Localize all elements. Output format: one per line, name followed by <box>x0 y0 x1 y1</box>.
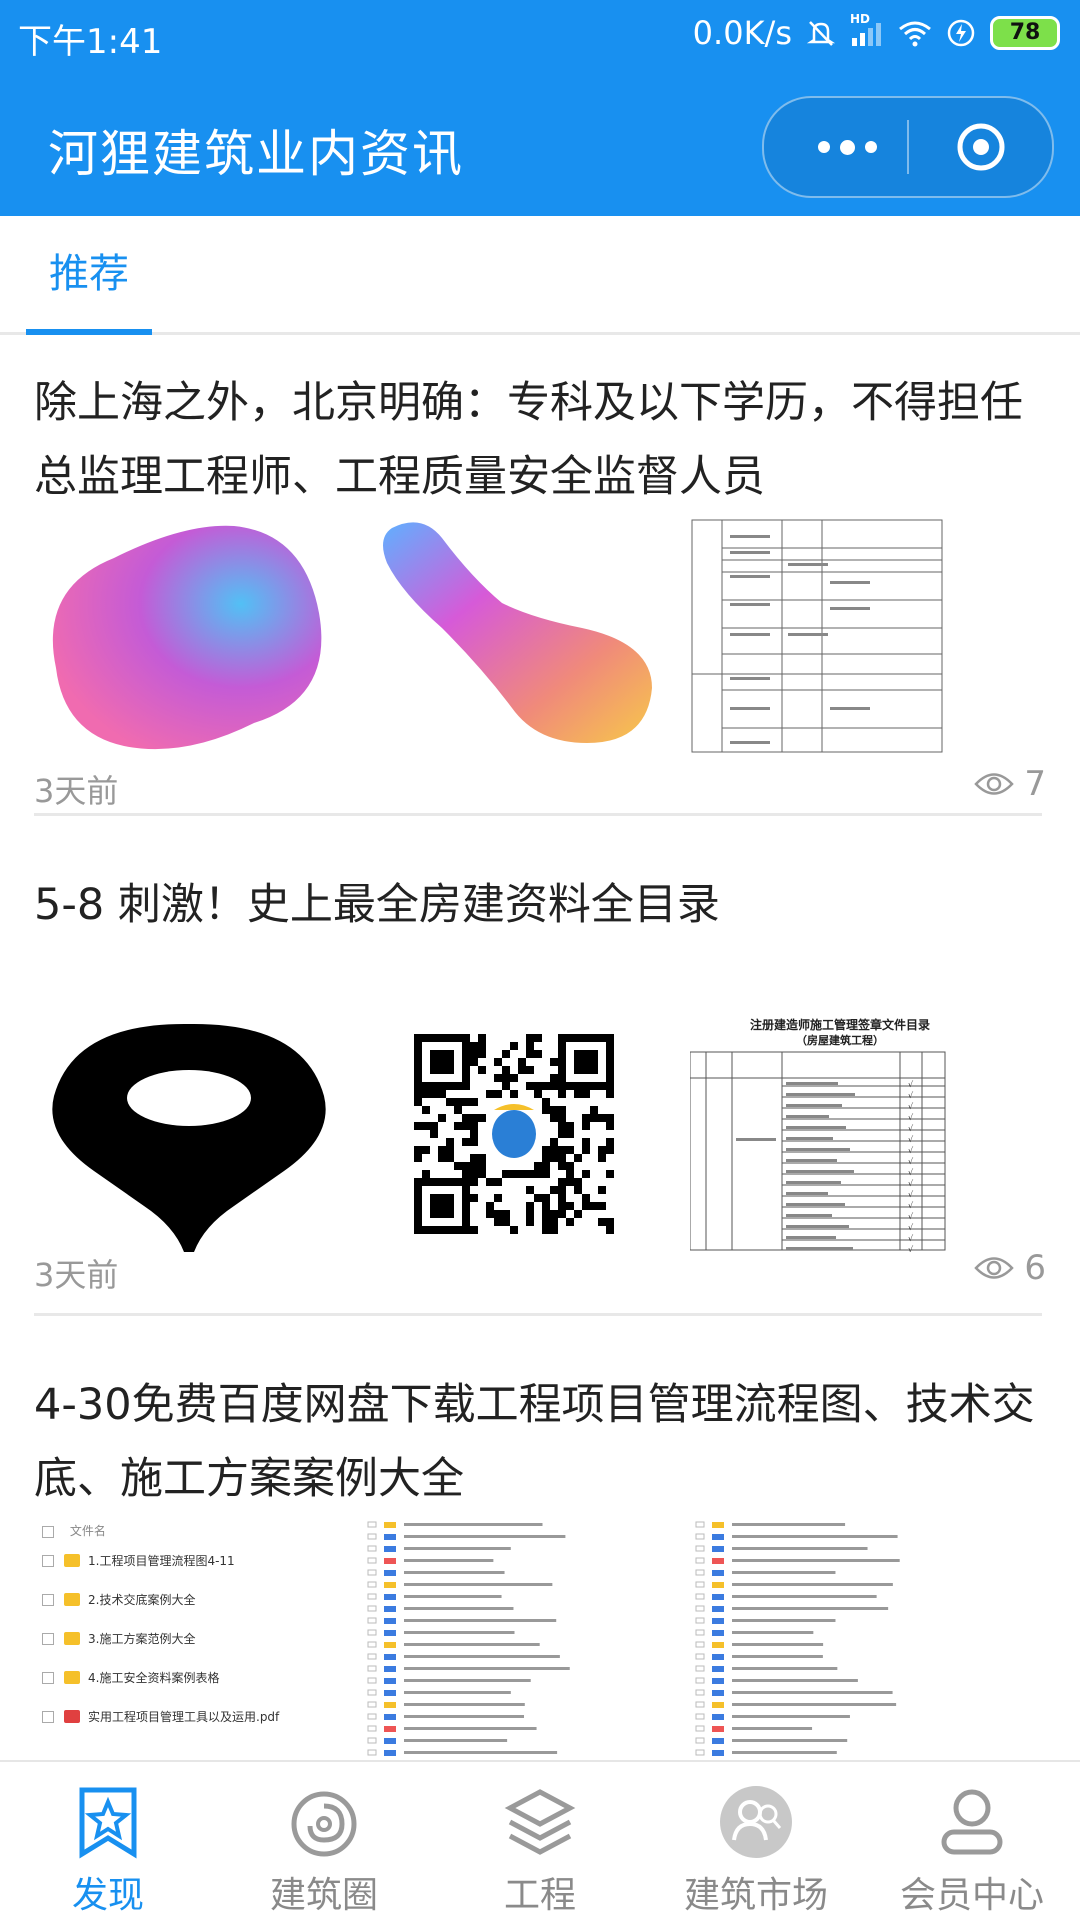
mute-bell-icon <box>806 21 836 46</box>
folder-icon <box>64 1671 80 1684</box>
file-name: 1.工程项目管理流程图4-11 <box>88 1554 235 1568</box>
thumbnail-qr-code <box>362 1016 680 1252</box>
svg-text:√: √ <box>908 1190 914 1199</box>
file-list-header: 文件名 <box>42 1522 106 1539</box>
people-search-icon <box>720 1786 792 1858</box>
checkbox-icon <box>42 1671 54 1684</box>
thumbnail-table-1 <box>690 518 1008 754</box>
article-views: 7 <box>974 764 1046 804</box>
svg-text:√: √ <box>908 1168 914 1177</box>
checkbox-icon <box>42 1632 54 1645</box>
nav-circle[interactable]: 建筑圈 <box>216 1762 432 1922</box>
nav-projects[interactable]: 工程 <box>432 1762 648 1922</box>
signal-icon: HD <box>850 12 884 48</box>
svg-text:√: √ <box>908 1234 914 1243</box>
circle-swirl-icon <box>291 1791 357 1857</box>
bottom-nav: 发现 建筑圈 工程 建筑市场 会员中心 <box>0 1760 1080 1922</box>
article-thumbnails <box>34 518 1044 754</box>
nav-label: 建筑圈 <box>269 1875 378 1916</box>
eye-icon <box>974 773 1015 795</box>
file-name: 4.施工安全资料案例表格 <box>88 1671 220 1685</box>
eye-icon <box>974 1257 1015 1279</box>
svg-text:√: √ <box>908 1179 914 1188</box>
svg-text:√: √ <box>908 1080 914 1089</box>
nav-label: 建筑市场 <box>683 1875 828 1916</box>
nav-market[interactable]: 建筑市场 <box>648 1762 864 1922</box>
file-name: 3.施工方案范例大全 <box>88 1632 196 1646</box>
svg-text:√: √ <box>908 1113 914 1122</box>
checkbox-icon <box>42 1593 54 1606</box>
article-thumbnails: 文件名 1.工程项目管理流程图4-11 2.技术交底案例大全 3.施工方案范例大全 4… <box>34 1516 1044 1760</box>
article-time: 3天前 <box>34 772 119 810</box>
svg-text:√: √ <box>908 1245 914 1252</box>
more-dots-icon[interactable] <box>792 98 902 196</box>
thumbnail-file-list-2 <box>362 1516 680 1760</box>
nav-label: 工程 <box>503 1875 576 1916</box>
views-count: 6 <box>1024 1248 1046 1288</box>
views-count: 7 <box>1024 764 1046 804</box>
file-header-label: 文件名 <box>69 1524 106 1538</box>
folder-icon <box>64 1593 80 1606</box>
status-bar: 下午1:41 0.0K/s HD 78 <box>0 0 1080 76</box>
folder-icon <box>64 1632 80 1645</box>
pdf-icon <box>64 1710 80 1723</box>
thumbnail-file-list-3 <box>690 1516 1008 1760</box>
article-title: 除上海之外，北京明确：专科及以下学历，不得担任总监理工程师、工程质量安全监督人员 <box>34 378 1023 502</box>
thumbnail-blob-2 <box>362 518 680 754</box>
status-time: 下午1:41 <box>18 22 163 62</box>
article-title: 5-8 刺激！史上最全房建资料全目录 <box>34 880 720 930</box>
nav-label: 会员中心 <box>899 1875 1044 1916</box>
article-views: 6 <box>974 1248 1046 1288</box>
file-row: 1.工程项目管理流程图4-11 <box>42 1552 342 1572</box>
article-card[interactable]: 除上海之外，北京明确：专科及以下学历，不得担任总监理工程师、工程质量安全监督人员 <box>0 332 1080 816</box>
nav-member[interactable]: 会员中心 <box>864 1762 1080 1922</box>
app-header: 河狸建筑业内资讯 <box>0 76 1080 216</box>
article-time: 3天前 <box>34 1256 119 1294</box>
article-card[interactable]: 4-30免费百度网盘下载工程项目管理流程图、技术交底、施工方案案例大全 文件名 … <box>0 1316 1080 1760</box>
article-card[interactable]: 5-8 刺激！史上最全房建资料全目录 注册建造师施工管理签章文件目录 （房屋建筑… <box>0 816 1080 1316</box>
thumbnail-blob-1 <box>34 518 352 754</box>
layers-icon <box>504 1789 576 1855</box>
battery-icon: 78 <box>990 16 1060 50</box>
charging-icon <box>947 19 975 47</box>
wifi-icon <box>899 21 931 47</box>
checkbox-icon <box>42 1554 54 1567</box>
svg-text:√: √ <box>908 1223 914 1232</box>
tab-bar: 推荐 <box>0 216 1080 335</box>
svg-text:√: √ <box>908 1124 914 1133</box>
svg-text:√: √ <box>908 1212 914 1221</box>
svg-text:√: √ <box>908 1157 914 1166</box>
nav-label: 发现 <box>71 1875 144 1916</box>
file-name: 2.技术交底案例大全 <box>88 1593 196 1607</box>
svg-text:√: √ <box>908 1146 914 1155</box>
article-thumbnails: 注册建造师施工管理签章文件目录 （房屋建筑工程） √ √ √ √ √ √ √ √ √ √ √ √ √ √ √… <box>34 1016 1044 1252</box>
file-name: 实用工程项目管理工具以及运用.pdf <box>88 1710 280 1724</box>
file-row: 实用工程项目管理工具以及运用.pdf <box>42 1708 342 1728</box>
user-icon <box>941 1789 1003 1855</box>
target-circle-icon[interactable] <box>954 120 1008 174</box>
app-title: 河狸建筑业内资讯 <box>48 125 464 183</box>
svg-text:√: √ <box>908 1135 914 1144</box>
tab-recommend[interactable]: 推荐 <box>26 216 152 335</box>
article-title: 4-30免费百度网盘下载工程项目管理流程图、技术交底、施工方案案例大全 <box>34 1380 1035 1504</box>
capsule-divider <box>907 120 909 174</box>
svg-text:√: √ <box>908 1102 914 1111</box>
tab-label: 推荐 <box>49 251 129 297</box>
menu-capsule <box>762 96 1054 198</box>
thumbnail-file-list: 文件名 1.工程项目管理流程图4-11 2.技术交底案例大全 3.施工方案范例大全 4… <box>34 1516 352 1760</box>
thumbnail-doc-list: 注册建造师施工管理签章文件目录 （房屋建筑工程） √ √ √ √ √ √ √ √ √ √ √ √ √ √ √… <box>690 1016 1008 1252</box>
folder-icon <box>64 1554 80 1567</box>
net-speed: 0.0K/s <box>692 14 792 52</box>
status-icons: 0.0K/s HD 78 <box>692 12 1060 52</box>
svg-text:√: √ <box>908 1201 914 1210</box>
nav-discover[interactable]: 发现 <box>0 1762 216 1922</box>
file-row: 2.技术交底案例大全 <box>42 1591 342 1611</box>
thumbnail-location-pin <box>34 1016 352 1252</box>
file-row: 3.施工方案范例大全 <box>42 1630 342 1650</box>
file-row: 4.施工安全资料案例表格 <box>42 1669 342 1689</box>
svg-text:√: √ <box>908 1091 914 1100</box>
star-bookmark-icon <box>79 1787 137 1859</box>
checkbox-icon <box>42 1710 54 1723</box>
